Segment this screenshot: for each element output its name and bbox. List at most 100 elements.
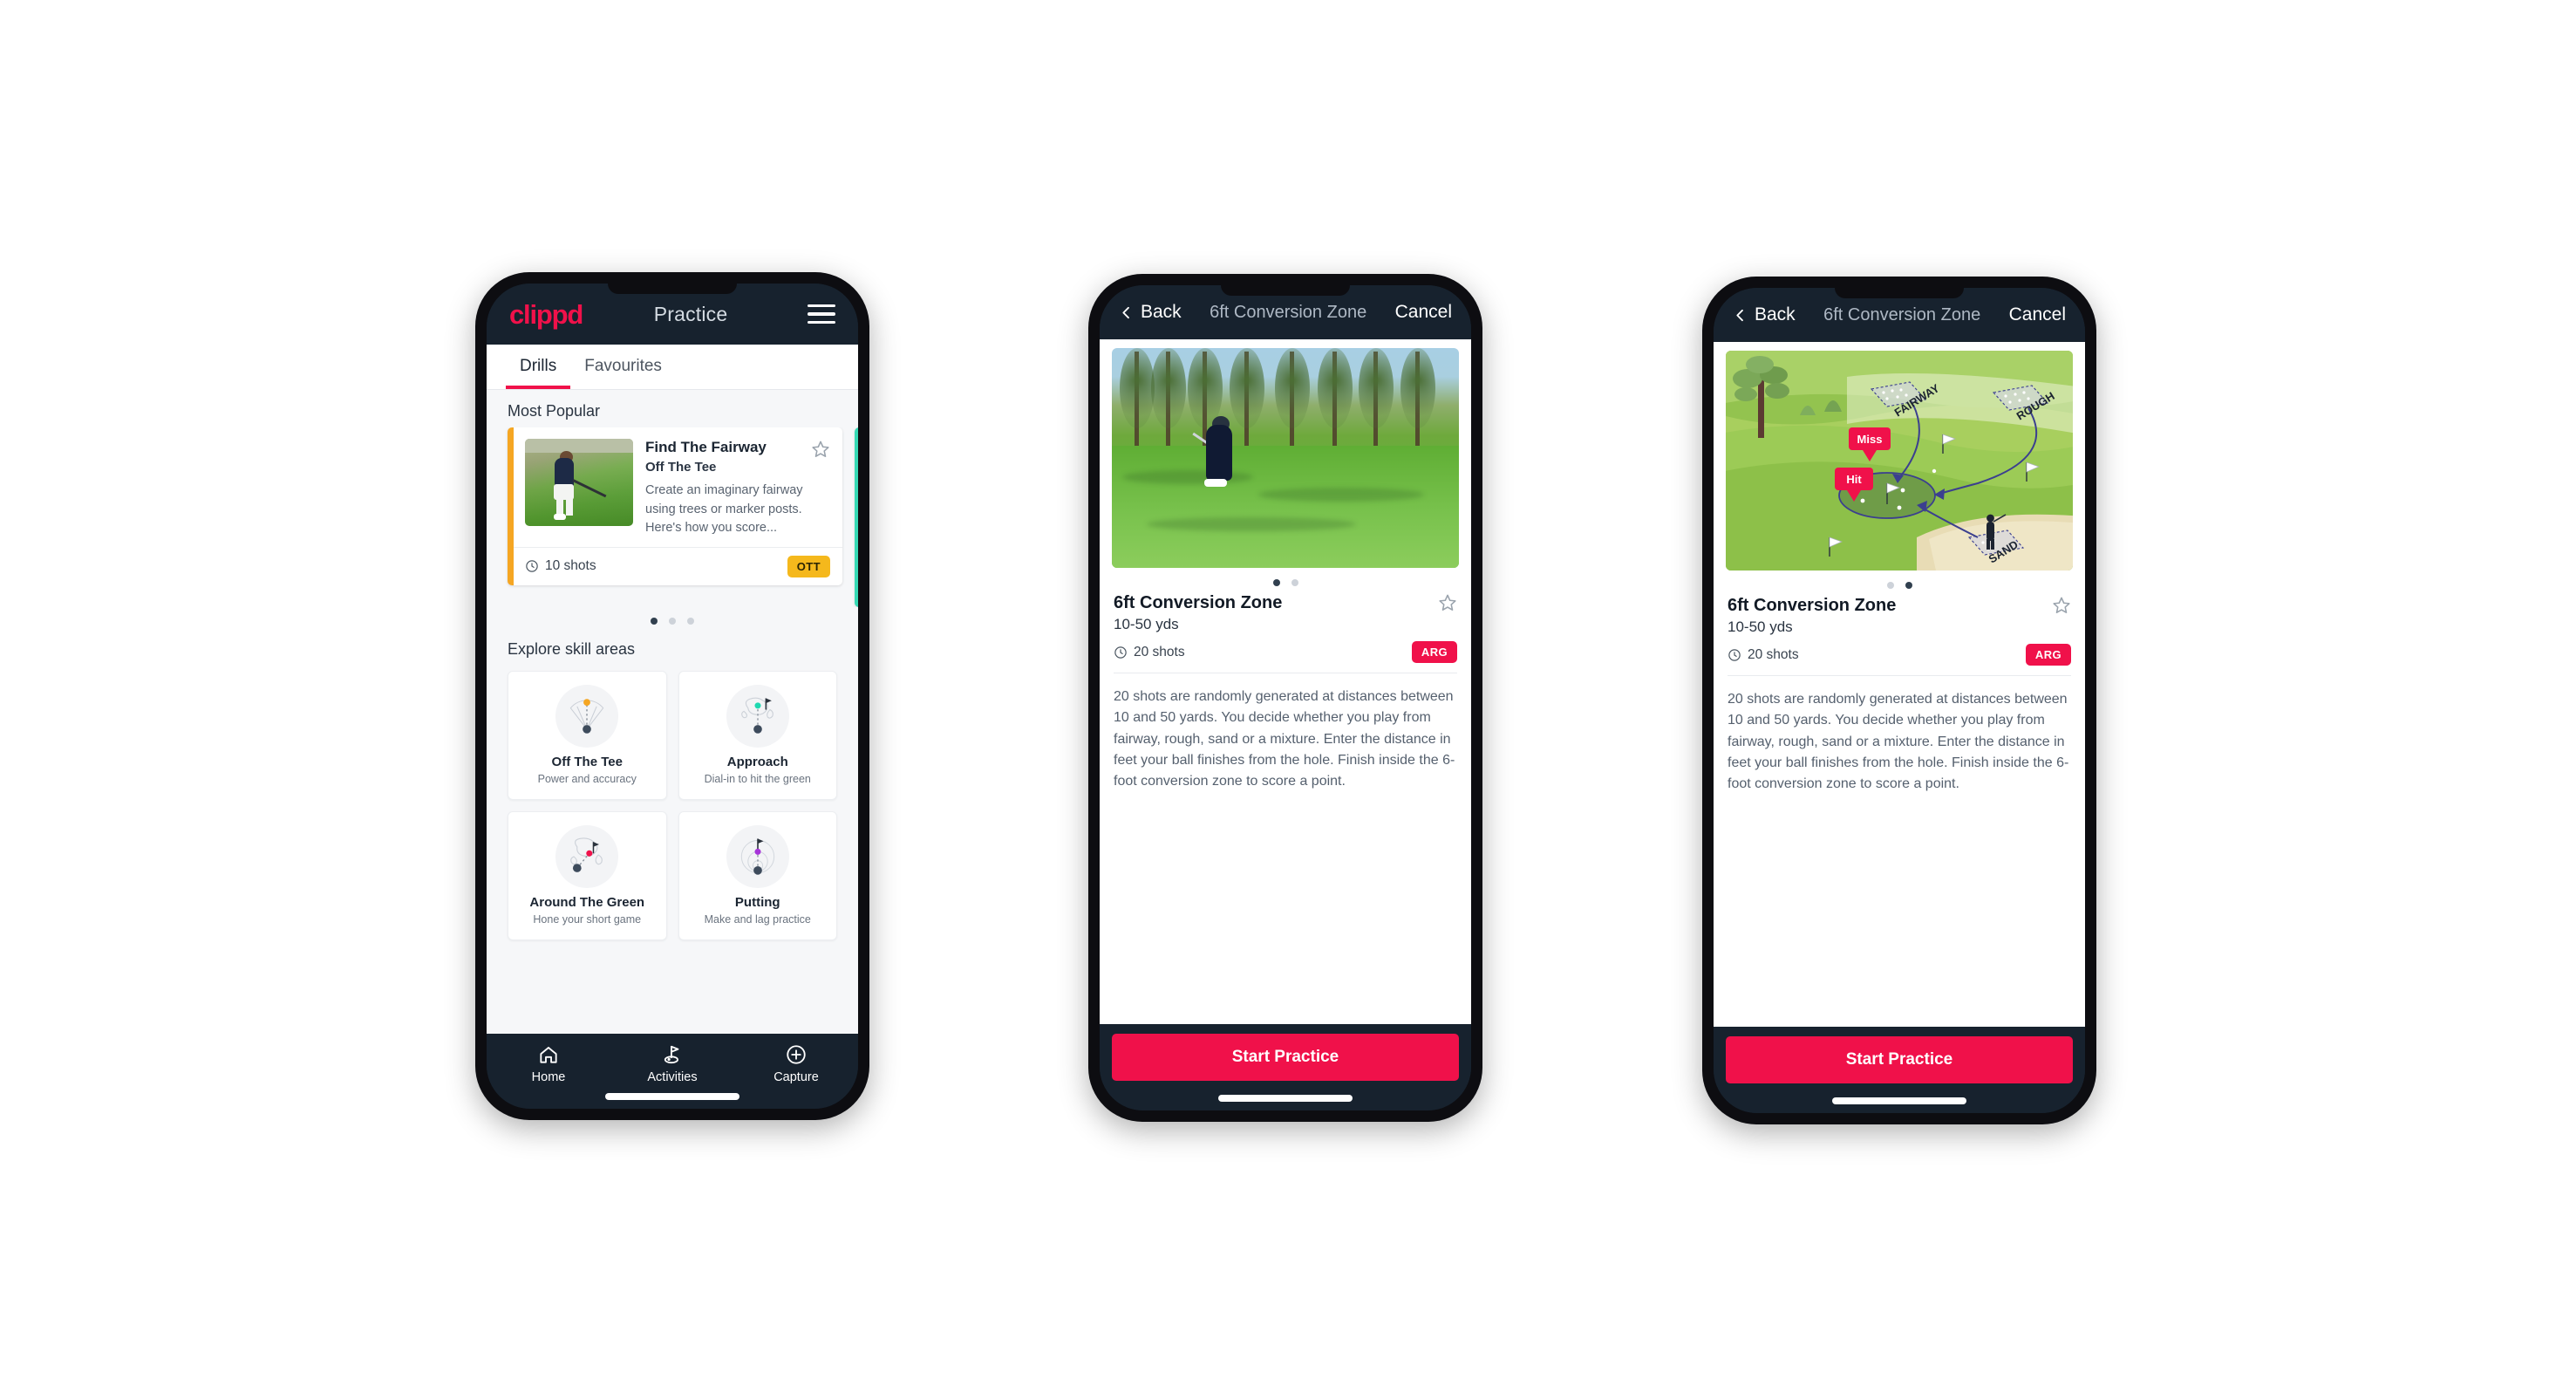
skill-desc: Hone your short game bbox=[533, 913, 642, 926]
media-dot-2[interactable] bbox=[1291, 579, 1298, 586]
around-green-icon bbox=[555, 825, 619, 888]
drill-shots-label: 20 shots bbox=[1134, 644, 1185, 659]
drill-description: Create an imaginary fairway using trees … bbox=[645, 483, 803, 535]
nav-item-home[interactable]: Home bbox=[487, 1043, 610, 1084]
chevron-left-icon bbox=[1736, 309, 1743, 321]
drill-subtitle: Off The Tee bbox=[645, 460, 717, 475]
drill-title: Find The Fairway bbox=[645, 439, 767, 455]
skill-name: Approach bbox=[726, 755, 788, 769]
drill-yardage: 10-50 yds bbox=[1728, 618, 1793, 635]
tab-drills[interactable]: Drills bbox=[506, 345, 571, 389]
svg-text:Miss: Miss bbox=[1857, 433, 1883, 446]
skill-card-off-the-tee[interactable]: Off The Tee Power and accuracy bbox=[508, 671, 667, 800]
carousel-dot-3[interactable] bbox=[687, 618, 694, 625]
home-indicator bbox=[1218, 1095, 1353, 1102]
clock-icon bbox=[526, 560, 538, 573]
device-notch bbox=[1835, 288, 1964, 298]
course-diagram-icon: FAIRWAY ROUGH SAND Miss Hit bbox=[1726, 351, 2073, 571]
home-indicator bbox=[1832, 1097, 1966, 1104]
detail-body: 6ft Conversion Zone 10-50 yds 20 shots A… bbox=[1100, 339, 1471, 1024]
nav-item-activities[interactable]: Activities bbox=[610, 1043, 734, 1084]
device-notch bbox=[1221, 285, 1350, 296]
drill-meta-row: 20 shots ARG bbox=[1728, 644, 2071, 676]
carousel-dots[interactable] bbox=[487, 607, 858, 628]
media-dot-1[interactable] bbox=[1272, 579, 1280, 586]
phone-drill-detail-photo: Back 6ft Conversion Zone Cancel 6ft Conv… bbox=[1088, 274, 1482, 1122]
skill-desc: Power and accuracy bbox=[537, 773, 637, 785]
nav-item-capture[interactable]: Capture bbox=[734, 1043, 858, 1084]
tab-bar: Drills Favourites bbox=[487, 345, 858, 390]
golf-flag-icon bbox=[664, 1045, 679, 1064]
phone-practice-list: clippd Practice Drills Favourites Most P… bbox=[475, 272, 869, 1120]
drill-shots: 20 shots bbox=[1728, 647, 1799, 663]
clock-icon bbox=[1728, 648, 1741, 661]
drill-carousel[interactable]: Find The Fairway Off The Tee Create an i… bbox=[487, 427, 858, 607]
carousel-dot-2[interactable] bbox=[669, 618, 676, 625]
drill-shots: 10 shots bbox=[525, 558, 596, 574]
star-outline-icon[interactable] bbox=[811, 440, 830, 459]
carousel-dot-1[interactable] bbox=[651, 618, 658, 625]
media-dots[interactable] bbox=[1714, 571, 2085, 594]
cancel-button[interactable]: Cancel bbox=[2009, 304, 2066, 325]
detail-title: 6ft Conversion Zone bbox=[1823, 304, 1981, 325]
drill-meta-row: 20 shots ARG bbox=[1114, 641, 1457, 673]
nav-label: Capture bbox=[773, 1070, 819, 1084]
drill-card[interactable]: Find The Fairway Off The Tee Create an i… bbox=[508, 427, 842, 585]
back-button[interactable]: Back bbox=[1119, 302, 1182, 323]
approach-green-icon bbox=[726, 685, 789, 748]
drill-name: 6ft Conversion Zone bbox=[1114, 593, 1283, 612]
drill-yardage: 10-50 yds bbox=[1114, 616, 1179, 632]
skill-card-around-the-green[interactable]: Around The Green Hone your short game bbox=[508, 811, 667, 940]
skill-name: Off The Tee bbox=[551, 755, 623, 769]
skill-name: Putting bbox=[734, 895, 780, 910]
start-practice-button[interactable]: Start Practice bbox=[1726, 1036, 2073, 1083]
drill-shots: 20 shots bbox=[1114, 645, 1185, 660]
home-indicator bbox=[605, 1093, 739, 1100]
media-dot-2[interactable] bbox=[1905, 582, 1912, 589]
phone-drill-detail-diagram: Back 6ft Conversion Zone Cancel FAIRWAY … bbox=[1702, 277, 2096, 1124]
skill-desc: Make and lag practice bbox=[704, 913, 811, 926]
drill-header: 6ft Conversion Zone 10-50 yds 20 shots A… bbox=[1714, 594, 2085, 676]
skill-card-putting[interactable]: Putting Make and lag practice bbox=[678, 811, 837, 940]
drill-media-diagram[interactable]: FAIRWAY ROUGH SAND Miss Hit bbox=[1726, 351, 2073, 571]
plus-circle-icon bbox=[787, 1045, 806, 1064]
skill-name: Around The Green bbox=[529, 895, 645, 910]
page-title: Practice bbox=[653, 302, 728, 325]
home-icon bbox=[540, 1047, 557, 1063]
star-outline-icon[interactable] bbox=[2052, 596, 2071, 615]
tab-favourites[interactable]: Favourites bbox=[570, 345, 676, 389]
skill-desc: Dial-in to hit the green bbox=[704, 773, 811, 785]
practice-content: Most Popular Find The Fairway Off The Te… bbox=[487, 390, 858, 1034]
most-popular-heading: Most Popular bbox=[508, 402, 601, 420]
drill-shots-label: 10 shots bbox=[545, 558, 596, 574]
drill-card-next-peek[interactable] bbox=[855, 427, 858, 607]
clippd-logo: clippd bbox=[509, 298, 583, 330]
screenshot-stage: clippd Practice Drills Favourites Most P… bbox=[0, 0, 2576, 1387]
device-notch bbox=[608, 284, 737, 294]
nav-label: Home bbox=[531, 1070, 566, 1084]
detail-body: FAIRWAY ROUGH SAND Miss Hit 6ft Conversi… bbox=[1714, 342, 2085, 1027]
back-label: Back bbox=[1141, 302, 1182, 322]
start-practice-button[interactable]: Start Practice bbox=[1112, 1034, 1459, 1081]
drill-shots-label: 20 shots bbox=[1748, 646, 1799, 662]
drill-skill-badge: ARG bbox=[1411, 641, 1457, 663]
hamburger-menu-icon[interactable] bbox=[808, 304, 835, 325]
media-dot-1[interactable] bbox=[1886, 582, 1894, 589]
drill-description: 20 shots are randomly generated at dista… bbox=[1114, 689, 1455, 789]
skill-areas-grid: Off The Tee Power and accuracy Approach … bbox=[487, 666, 858, 940]
drill-skill-badge: ARG bbox=[2025, 644, 2071, 666]
skill-card-approach[interactable]: Approach Dial-in to hit the green bbox=[678, 671, 837, 800]
drill-thumbnail bbox=[525, 439, 633, 526]
drill-name: 6ft Conversion Zone bbox=[1728, 596, 1897, 615]
skill-areas-heading: Explore skill areas bbox=[508, 640, 636, 658]
detail-title: 6ft Conversion Zone bbox=[1210, 302, 1367, 322]
star-outline-icon[interactable] bbox=[1438, 593, 1457, 612]
tee-dispersion-icon bbox=[555, 685, 619, 748]
clock-icon bbox=[1114, 646, 1127, 659]
drill-media-photo[interactable] bbox=[1112, 348, 1459, 568]
media-dots[interactable] bbox=[1100, 568, 1471, 591]
back-button[interactable]: Back bbox=[1733, 304, 1796, 325]
drill-description: 20 shots are randomly generated at dista… bbox=[1728, 692, 2069, 792]
nav-label: Activities bbox=[647, 1070, 698, 1084]
cancel-button[interactable]: Cancel bbox=[1395, 302, 1452, 323]
